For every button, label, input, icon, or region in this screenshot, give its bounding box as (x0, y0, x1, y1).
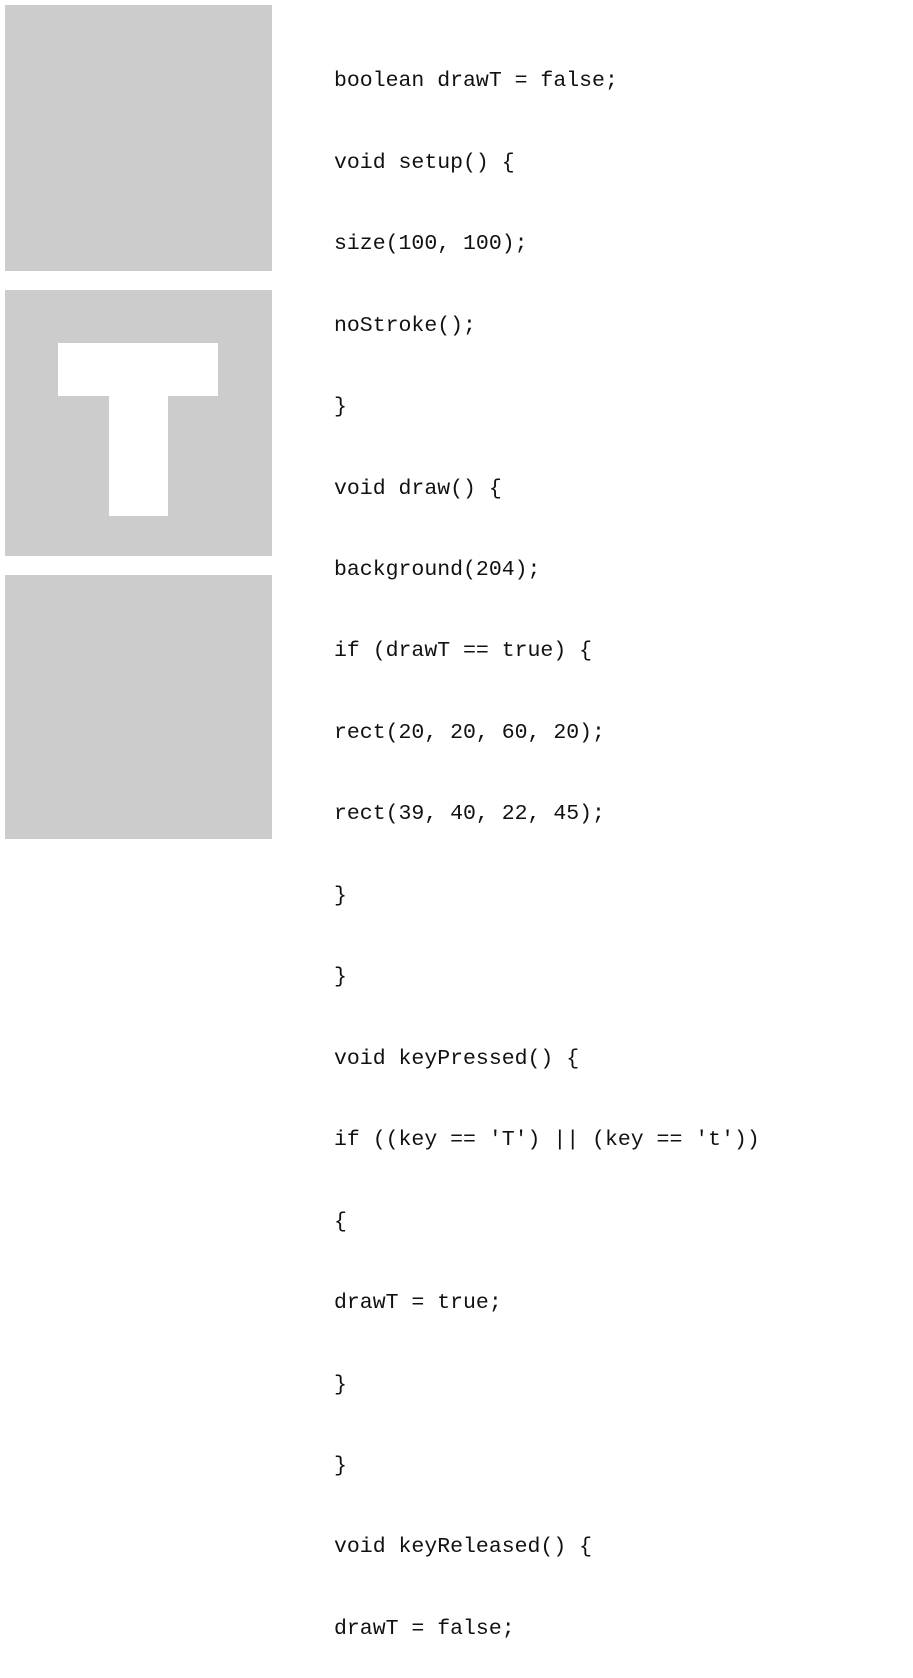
code-line: } (334, 1372, 347, 1397)
code-listing: boolean drawT = false; void setup() { si… (334, 14, 760, 1678)
code-line: rect(39, 40, 22, 45); (334, 802, 605, 827)
code-line: boolean drawT = false; (334, 69, 618, 94)
code-line: void setup() { (334, 150, 515, 175)
code-line: size(100, 100); (334, 232, 528, 257)
code-line: drawT = true; (334, 1291, 502, 1316)
code-line: } (334, 395, 347, 420)
code-line: noStroke(); (334, 313, 476, 338)
code-line: drawT = false; (334, 1616, 515, 1641)
code-line: } (334, 965, 347, 990)
sketch-output-frame-1 (5, 5, 272, 271)
code-line: void keyReleased() { (334, 1535, 593, 1560)
t-letter-stem (109, 396, 168, 516)
code-line: void keyPressed() { (334, 1046, 580, 1071)
code-line: { (334, 1209, 347, 1234)
sketch-output-frame-3 (5, 575, 272, 839)
code-line: if ((key == 'T') || (key == 't')) (334, 1128, 760, 1153)
code-line: void draw() { (334, 476, 502, 501)
code-line: background(204); (334, 558, 541, 583)
t-letter-top-bar (58, 343, 218, 396)
code-line: } (334, 1454, 347, 1479)
code-line: if (drawT == true) { (334, 639, 593, 664)
sketch-output-frame-2 (5, 290, 272, 556)
code-line: rect(20, 20, 60, 20); (334, 720, 605, 745)
code-line: } (334, 883, 347, 908)
